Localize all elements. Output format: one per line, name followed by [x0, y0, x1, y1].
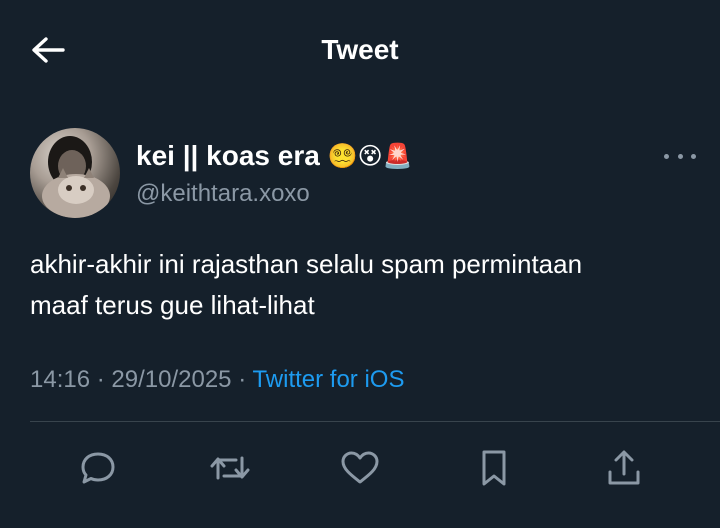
name-emojis: 😵‍💫😵🚨 — [327, 142, 413, 170]
reply-icon — [81, 452, 115, 484]
tweet-meta: 14:16 · 29/10/2025 · Twitter for iOS — [30, 366, 404, 394]
share-icon — [608, 450, 640, 485]
tweet-text: akhir-akhir ini rajasthan selalu spam pe… — [30, 244, 698, 326]
share-button[interactable] — [602, 446, 646, 490]
tweet-source-link[interactable]: Twitter for iOS — [252, 366, 404, 393]
tweet-text-line: maaf terus gue lihat-lihat — [30, 290, 315, 320]
action-bar — [0, 440, 720, 496]
meta-separator: · — [238, 366, 247, 393]
tweet-date[interactable]: 29/10/2025 — [111, 366, 231, 393]
bookmark-icon — [482, 450, 506, 486]
reply-button[interactable] — [76, 446, 120, 490]
avatar-image — [42, 136, 110, 218]
author-handle[interactable]: @keithtara.xoxo — [136, 180, 310, 208]
retweet-button[interactable] — [208, 446, 252, 490]
top-bar: Tweet — [0, 0, 720, 100]
more-dot-icon — [677, 153, 683, 159]
page-title: Tweet — [321, 34, 399, 65]
like-icon — [341, 451, 379, 484]
bookmark-button[interactable] — [472, 446, 516, 490]
tweet-time[interactable]: 14:16 — [30, 366, 90, 393]
author-name-row[interactable]: kei || koas era 😵‍💫😵🚨 — [136, 140, 413, 172]
avatar[interactable] — [30, 128, 120, 218]
meta-separator: · — [96, 366, 105, 393]
tweet-text-line: akhir-akhir ini rajasthan selalu spam pe… — [30, 249, 583, 279]
more-dot-icon — [691, 153, 696, 159]
author-display-name[interactable]: kei || koas era — [136, 140, 320, 172]
more-dot-icon — [664, 153, 669, 159]
divider — [30, 421, 720, 422]
retweet-icon — [210, 456, 250, 480]
like-button[interactable] — [338, 446, 382, 490]
more-options-button[interactable] — [664, 146, 696, 166]
